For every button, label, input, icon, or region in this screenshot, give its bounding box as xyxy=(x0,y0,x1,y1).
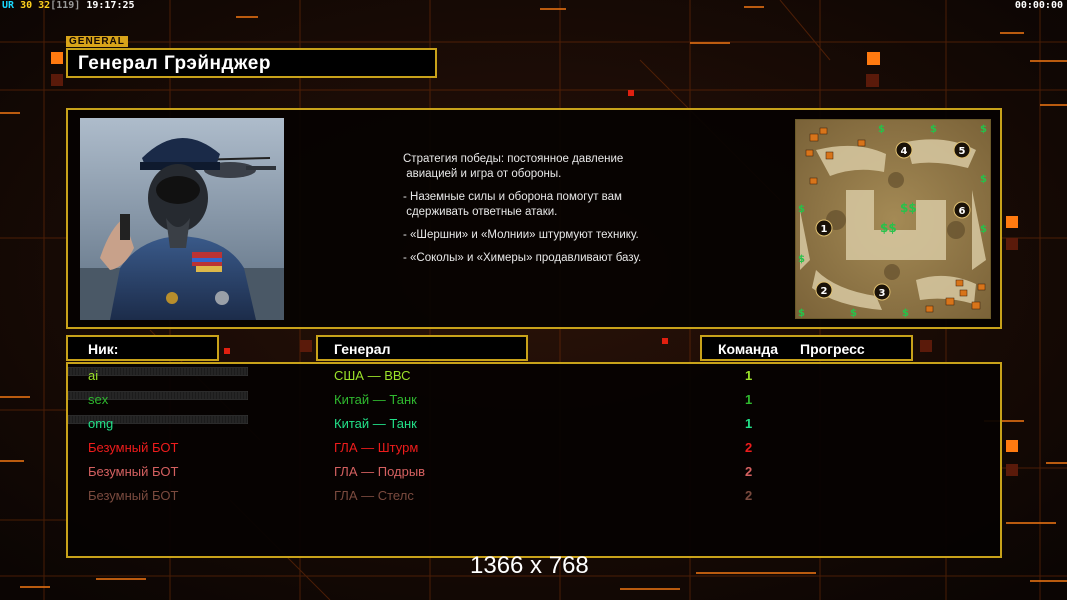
map-preview[interactable]: $ $ $ $ $ $ $ $ $ $ $$ $$ 1 2 3 4 5 6 xyxy=(795,119,991,319)
players-list: ai США — ВВС 1 sex Китай — Танк 1 omg Ки… xyxy=(66,362,1002,558)
hud-fps-current: 30 xyxy=(20,0,33,11)
svg-text:$: $ xyxy=(798,204,805,215)
player-nick: Безумный БОТ xyxy=(88,488,179,503)
player-row[interactable]: ai США — ВВС 1 xyxy=(67,364,1000,388)
player-row[interactable]: sex Китай — Танк 1 xyxy=(67,388,1000,412)
start-position-6: 6 xyxy=(959,206,966,217)
svg-text:$: $ xyxy=(850,308,857,319)
player-row[interactable]: Безумный БОТ ГЛА — Стелс 2 xyxy=(68,484,1000,508)
hud-fps-limit: 32 xyxy=(38,0,51,11)
nick-header-label: Ник: xyxy=(88,341,119,357)
player-general: Китай — Танк xyxy=(334,416,417,431)
player-nick: Безумный БОТ xyxy=(88,440,179,455)
player-general: США — ВВС xyxy=(334,368,411,383)
nick-column-header: Ник: xyxy=(66,335,219,361)
player-row[interactable]: Безумный БОТ ГЛА — Штурм 2 xyxy=(68,436,1000,460)
team-progress-column-header: Команда Прогресс xyxy=(700,335,913,361)
strategy-description: Стратегия победы: постоянное давление ав… xyxy=(403,152,733,274)
player-nick: Безумный БОТ xyxy=(88,464,179,479)
svg-text:$: $ xyxy=(878,124,885,135)
svg-text:$: $ xyxy=(902,308,909,319)
start-position-5: 5 xyxy=(959,146,966,157)
svg-text:$: $ xyxy=(980,124,987,135)
player-row[interactable]: Безумный БОТ ГЛА — Подрыв 2 xyxy=(68,460,1000,484)
strategy-line: - Наземные силы и оборона помогут вам сд… xyxy=(403,191,622,218)
player-nick: ai xyxy=(88,368,99,383)
svg-text:$: $ xyxy=(798,254,805,265)
progress-header-label: Прогресс xyxy=(800,341,865,357)
player-team: 2 xyxy=(745,440,753,455)
strategy-line: Стратегия победы: постоянное давление ав… xyxy=(403,153,624,180)
svg-text:$: $ xyxy=(798,308,805,319)
svg-text:$: $ xyxy=(980,174,987,185)
svg-text:$$: $$ xyxy=(880,221,897,235)
player-general: ГЛА — Подрыв xyxy=(334,464,426,479)
player-nick: sex xyxy=(88,392,109,407)
general-portrait xyxy=(80,118,284,320)
start-position-3: 3 xyxy=(879,288,886,299)
player-team: 2 xyxy=(745,464,753,479)
svg-text:$$: $$ xyxy=(900,201,917,215)
player-row[interactable]: omg Китай — Танк 1 xyxy=(67,412,1000,436)
start-position-2: 2 xyxy=(821,286,828,297)
strategy-line: - «Соколы» и «Химеры» продавливают базу. xyxy=(403,252,642,264)
hud-frame-count: [119] xyxy=(50,0,81,11)
player-nick: omg xyxy=(88,416,114,431)
page-title: Генерал Грэйнджер xyxy=(78,53,271,74)
strategy-line: - «Шершни» и «Молнии» штурмуют технику. xyxy=(403,229,639,241)
player-general: ГЛА — Штурм xyxy=(334,440,419,455)
general-column-header: Генерал xyxy=(316,335,528,361)
hud-ur-label: UR xyxy=(2,0,15,11)
general-tag: GENERAL xyxy=(66,36,128,47)
hud-clock: 19:17:25 xyxy=(86,0,135,11)
player-team: 1 xyxy=(745,416,753,431)
player-team: 2 xyxy=(745,488,753,503)
player-general: Китай — Танк xyxy=(334,392,417,407)
start-position-4: 4 xyxy=(901,146,908,157)
fps-readout: UR 30 32[119] 19:17:25 xyxy=(2,0,135,12)
title-box: Генерал Грэйнджер xyxy=(66,48,437,78)
team-header-label: Команда xyxy=(718,341,778,357)
player-team: 1 xyxy=(745,368,753,383)
svg-text:$: $ xyxy=(930,124,937,135)
start-position-1: 1 xyxy=(821,224,828,235)
player-general: ГЛА — Стелс xyxy=(334,488,414,503)
player-team: 1 xyxy=(745,392,753,407)
resolution-label: 1366 x 768 xyxy=(470,552,589,579)
svg-text:$: $ xyxy=(980,224,987,235)
game-timer: 00:00:00 xyxy=(1014,0,1063,11)
general-header-label: Генерал xyxy=(334,341,391,357)
